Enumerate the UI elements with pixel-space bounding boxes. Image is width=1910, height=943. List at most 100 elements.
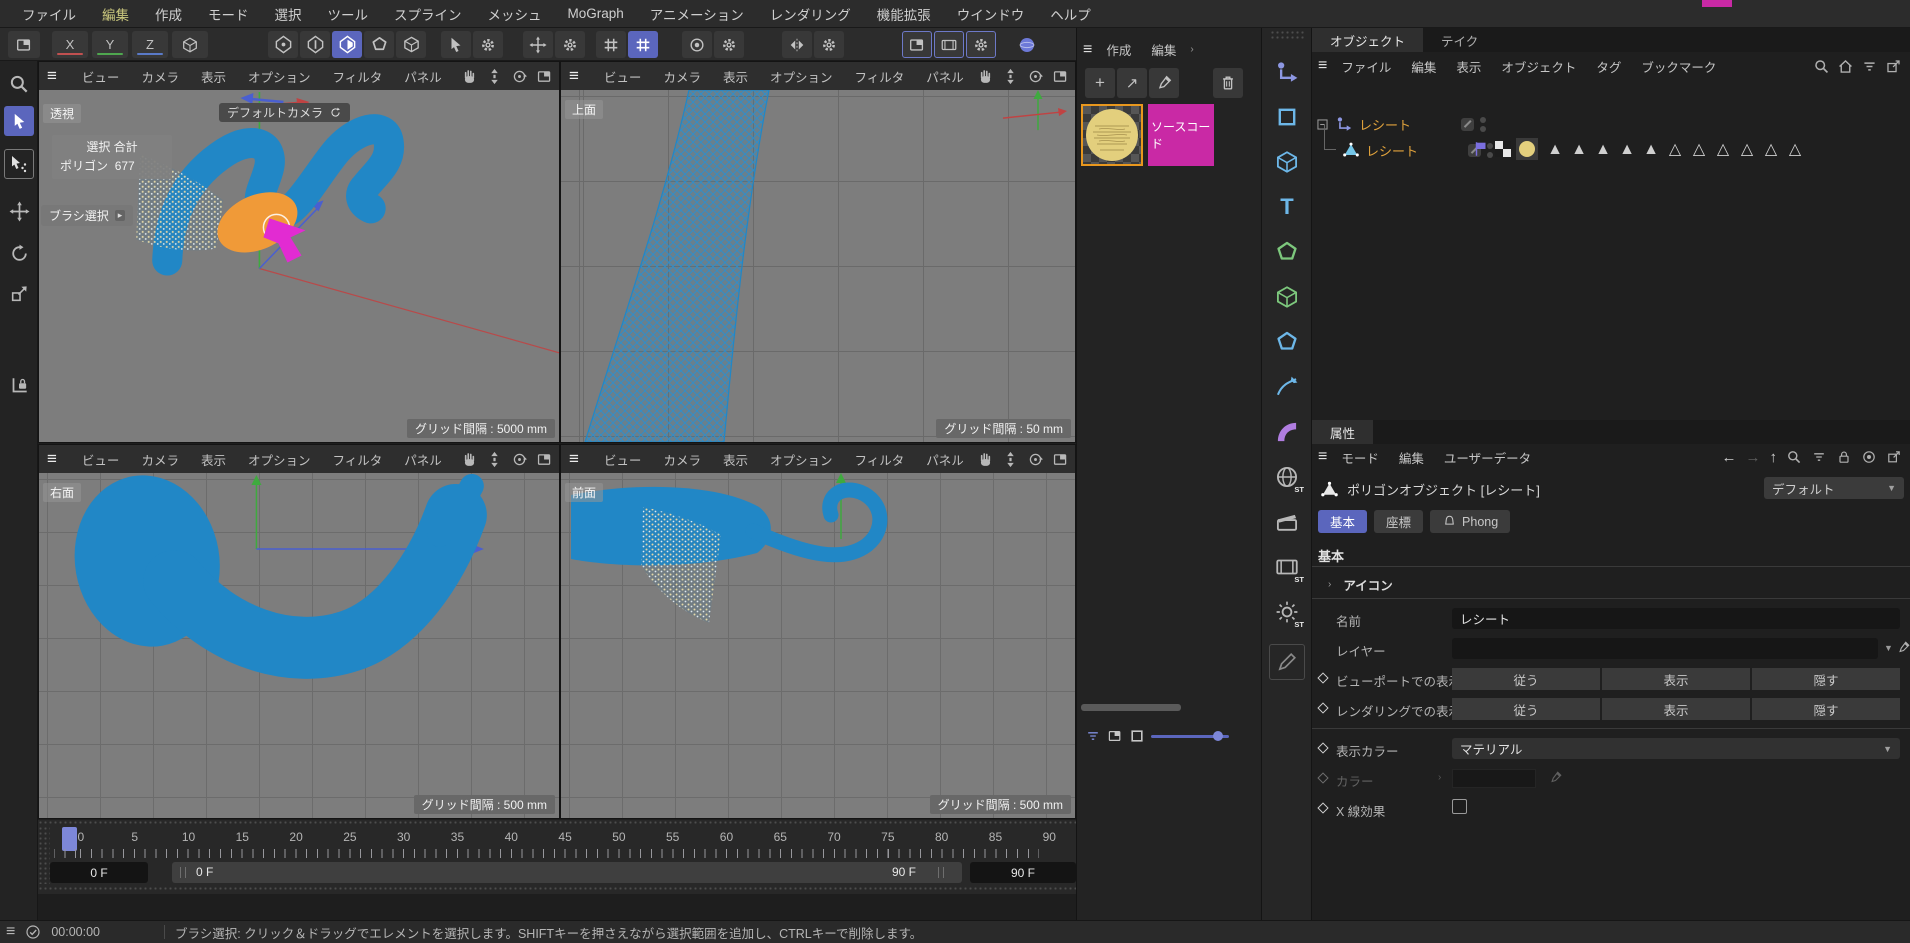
- attribute-menu-item[interactable]: モード: [1331, 448, 1389, 467]
- spline-pen-icon[interactable]: [1269, 369, 1305, 405]
- spline-snap-button[interactable]: [682, 31, 712, 58]
- polygon-selection-tag-icon[interactable]: ▲: [1567, 141, 1591, 159]
- viewport-menu-item[interactable]: ビュー: [593, 450, 653, 469]
- polygons-mode-button[interactable]: [332, 31, 362, 58]
- front-canvas[interactable]: [561, 473, 1075, 818]
- brush-selection-tool[interactable]: [4, 149, 34, 179]
- object-manager-menu-item[interactable]: 編集: [1401, 57, 1446, 76]
- material-tag-icon[interactable]: [1516, 138, 1538, 160]
- symmetry-button[interactable]: [782, 31, 812, 58]
- bend-deformer-icon[interactable]: [1269, 414, 1305, 450]
- forward-icon[interactable]: →: [1746, 449, 1761, 466]
- viewport-menu-item[interactable]: フィルタ: [843, 67, 915, 86]
- display-color-dropdown[interactable]: マテリアル▼: [1452, 738, 1900, 759]
- visibility-option-button[interactable]: 隠す: [1752, 698, 1900, 720]
- material-thumbnail-receipt[interactable]: [1081, 104, 1143, 166]
- current-frame-field[interactable]: 0 F: [50, 862, 148, 883]
- expand-color-icon[interactable]: ›: [1438, 772, 1441, 783]
- uv-flag-tag-icon[interactable]: [1472, 140, 1490, 158]
- timeline-range-bar[interactable]: 0 F 90 F: [172, 862, 962, 883]
- viewport-menu-item[interactable]: パネル: [915, 450, 975, 469]
- polygon-selection-tag-icon[interactable]: △: [1663, 139, 1687, 159]
- material-menu-item[interactable]: 編集: [1141, 40, 1186, 59]
- range-end-grip[interactable]: [938, 867, 944, 878]
- visibility-option-button[interactable]: 表示: [1602, 668, 1750, 690]
- selection-tags[interactable]: ▲▲▲▲▲△△△△△△: [1543, 139, 1807, 159]
- timeline-ruler[interactable]: 051015202530354045505560657075808590: [54, 829, 1076, 847]
- dolly-icon[interactable]: [486, 68, 503, 85]
- polygon-selection-tag-icon[interactable]: △: [1687, 139, 1711, 159]
- object-name[interactable]: レシート: [1359, 115, 1411, 134]
- visibility-option-button[interactable]: 隠す: [1752, 668, 1900, 690]
- viewport-menu-item[interactable]: 表示: [190, 67, 237, 86]
- viewport-menu-item[interactable]: パネル: [393, 450, 453, 469]
- search-icon[interactable]: [4, 69, 34, 99]
- viewport-menu-item[interactable]: ビュー: [71, 450, 131, 469]
- cube-primitive-icon[interactable]: [1269, 144, 1305, 180]
- xray-checkbox[interactable]: [1452, 799, 1467, 814]
- perspective-view[interactable]: 透視 デフォルトカメラ 選択 合計 ポリゴン 677 ブラシ選択 ▸ グリッド間…: [39, 90, 559, 442]
- right-view[interactable]: 右面 グリッド間隔 : 500 mm: [39, 473, 559, 818]
- dropdown-icon[interactable]: ▼: [1884, 643, 1893, 653]
- render-view-button[interactable]: [902, 31, 932, 58]
- tweak-settings-button[interactable]: [473, 31, 503, 58]
- viewport-menu-item[interactable]: フィルタ: [321, 450, 393, 469]
- quantize-button[interactable]: [628, 31, 658, 58]
- volume-builder-icon[interactable]: [1269, 279, 1305, 315]
- live-selection-tool[interactable]: [4, 106, 34, 136]
- list-view-icon[interactable]: [1085, 728, 1101, 744]
- viewport-menu-item[interactable]: 表示: [190, 450, 237, 469]
- stage-object-icon[interactable]: ST: [1269, 549, 1305, 585]
- dolly-icon[interactable]: [1002, 451, 1019, 468]
- orbit-icon[interactable]: [1027, 68, 1044, 85]
- text-object-icon[interactable]: T: [1269, 189, 1305, 225]
- menu-overflow-icon[interactable]: ›: [1190, 44, 1193, 55]
- model-mode-button[interactable]: [396, 31, 426, 58]
- maximize-viewport-icon[interactable]: [1052, 68, 1069, 85]
- polygon-selection-tag-icon[interactable]: △: [1759, 139, 1783, 159]
- viewport-menu-item[interactable]: カメラ: [652, 450, 712, 469]
- object-row-parent[interactable]: レシート: [1316, 112, 1486, 136]
- viewport-menu-item[interactable]: オプション: [759, 450, 844, 469]
- menubar-item[interactable]: 選択: [263, 0, 314, 28]
- keyframe-diamond-icon[interactable]: [1317, 802, 1328, 813]
- object-manager-menu-item[interactable]: オブジェクト: [1491, 57, 1586, 76]
- slider-handle[interactable]: [1213, 731, 1223, 741]
- object-manager-menu-item[interactable]: 表示: [1446, 57, 1491, 76]
- hand-icon[interactable]: [977, 451, 994, 468]
- polygon-selection-tag-icon[interactable]: ▲: [1639, 141, 1663, 159]
- menubar-item[interactable]: アニメーション: [638, 0, 756, 28]
- viewport-menu-item[interactable]: フィルタ: [321, 67, 393, 86]
- hamburger-icon[interactable]: ≡: [569, 66, 579, 86]
- search-icon[interactable]: [1786, 449, 1802, 465]
- dolly-icon[interactable]: [1002, 68, 1019, 85]
- timeline-ticks[interactable]: [54, 849, 1039, 858]
- attribute-menu-item[interactable]: ユーザーデータ: [1434, 448, 1541, 467]
- material-thumbnail-sourcecode[interactable]: ソースコード: [1148, 104, 1214, 166]
- enable-axis-button[interactable]: [523, 31, 553, 58]
- menubar-item[interactable]: MoGraph: [556, 2, 636, 25]
- preset-dropdown[interactable]: デフォルト ▼: [1764, 477, 1904, 499]
- tab-phong[interactable]: Phong: [1430, 510, 1510, 533]
- front-view[interactable]: 前面 グリッド間隔 : 500 mm: [561, 473, 1075, 818]
- polygon-selection-tag-icon[interactable]: ▲: [1591, 141, 1615, 159]
- viewport-menu-item[interactable]: オプション: [237, 67, 322, 86]
- brush-select-pill[interactable]: ブラシ選択 ▸: [41, 205, 133, 226]
- visibility-option-button[interactable]: 従う: [1452, 698, 1600, 720]
- object-row-child[interactable]: レシート: [1342, 138, 1493, 162]
- viewport-menu-item[interactable]: パネル: [393, 67, 453, 86]
- polygon-selection-tag-icon[interactable]: △: [1711, 139, 1735, 159]
- tab-basic[interactable]: 基本: [1318, 510, 1367, 533]
- z-axis-lock-button[interactable]: Z: [132, 31, 168, 58]
- eyedropper-icon[interactable]: [1548, 770, 1563, 785]
- end-frame-field[interactable]: 90 F: [970, 862, 1076, 883]
- tab-takes[interactable]: テイク: [1423, 28, 1496, 52]
- hand-icon[interactable]: [461, 451, 478, 468]
- grid-view-icon[interactable]: [1107, 728, 1123, 744]
- timeline-separator-bottom[interactable]: [38, 886, 1076, 892]
- sphere-icon[interactable]: [1012, 31, 1042, 58]
- render-picture-viewer-button[interactable]: [934, 31, 964, 58]
- maximize-viewport-icon[interactable]: [536, 68, 553, 85]
- name-input[interactable]: レシート: [1452, 608, 1900, 629]
- group-icon-row[interactable]: › アイコン: [1328, 572, 1393, 596]
